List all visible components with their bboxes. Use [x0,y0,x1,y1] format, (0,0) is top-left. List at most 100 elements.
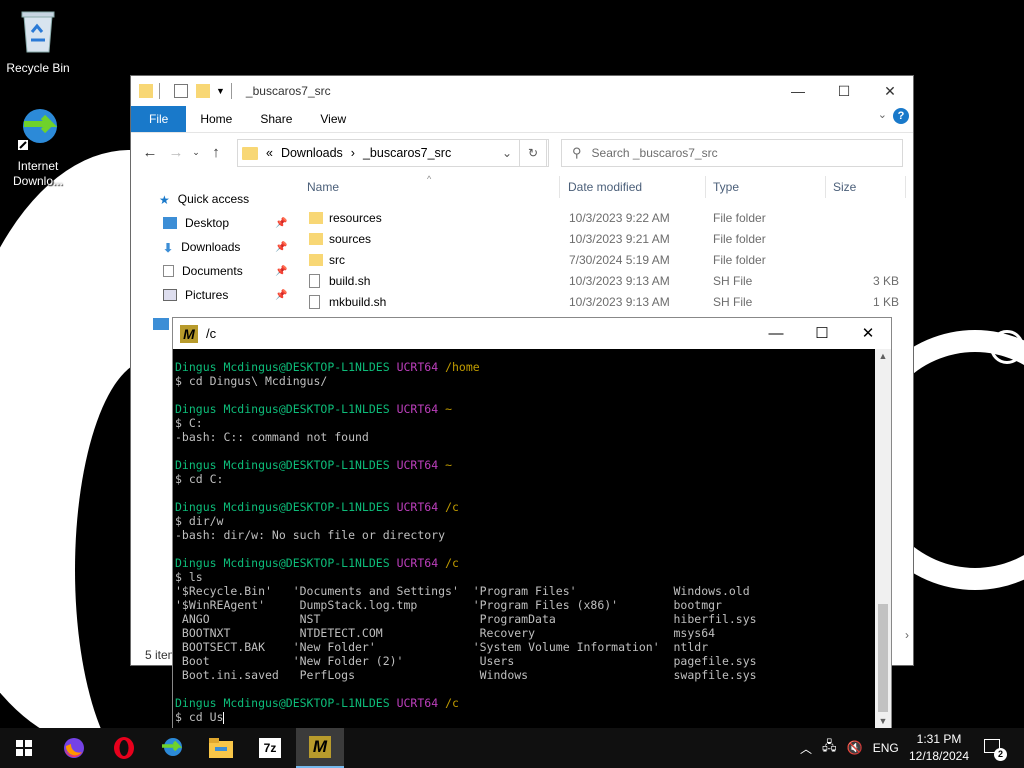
file-type: SH File [713,295,753,309]
column-size[interactable]: Size [833,176,856,198]
pin-icon[interactable]: 📌 [275,242,287,253]
file-row[interactable]: build.sh 10/3/2023 9:13 AM SH File 3 KB [309,271,899,292]
file-name: mkbuild.sh [329,295,387,309]
scroll-right-arrow-icon[interactable]: › [905,628,909,642]
breadcrumb-downloads[interactable]: Downloads [281,146,343,160]
maximize-button[interactable]: ☐ [799,318,845,348]
file-explorer-icon [209,738,233,758]
taskbar-msys2-mintty[interactable]: M [296,728,344,768]
taskbar-7zip[interactable]: 7z [246,728,294,768]
maximize-button[interactable]: ☐ [821,76,867,106]
terminal-window[interactable]: M /c — ☐ ✕ Dingus Mcdingus@DESKTOP-L1NLD… [172,317,892,729]
nav-item-desktop[interactable]: Desktop 📌 [163,212,293,234]
column-name[interactable]: Name [307,176,339,198]
column-divider[interactable] [905,176,906,198]
pin-icon[interactable]: 📌 [275,266,287,277]
file-type: File folder [713,232,766,246]
address-bar[interactable]: « Downloads › _buscaros7_src ⌄ [237,139,549,167]
tab-file[interactable]: File [131,106,187,132]
taskbar-opera[interactable] [100,728,148,768]
recycle-bin-icon [0,8,76,57]
properties-icon[interactable] [174,84,188,98]
clock-date: 12/18/2024 [908,749,970,763]
prompt-line: Dingus Mcdingus@DESKTOP-L1NLDES UCRT64 /… [175,500,875,514]
pin-icon[interactable]: 📌 [275,290,287,301]
breadcrumb-current[interactable]: _buscaros7_src [363,146,451,160]
command-text: $ cd C: [175,472,224,486]
breadcrumb-overflow[interactable]: « [266,146,273,160]
prompt-env: UCRT64 [396,360,439,374]
terminal-scrollbar[interactable]: ▲ ▼ [875,349,891,728]
search-input[interactable]: ⚲ Search _buscaros7_src [561,139,903,167]
close-button[interactable]: ✕ [867,76,913,106]
terminal-title-bar[interactable]: M /c — ☐ ✕ [173,318,891,349]
refresh-icon: ↻ [527,146,539,160]
new-folder-icon[interactable] [196,84,210,98]
refresh-button[interactable]: ↻ [519,139,547,167]
nav-item-pictures[interactable]: Pictures 📌 [163,284,293,306]
internet-download-manager-icon [162,738,183,756]
back-arrow-icon[interactable]: ← [137,144,163,161]
show-hidden-icons-chevron-icon[interactable]: ︿ [800,740,812,757]
terminal-output[interactable]: Dingus Mcdingus@DESKTOP-L1NLDES UCRT64 /… [175,360,875,728]
this-pc-icon[interactable] [153,318,169,330]
prompt-user: Dingus Mcdingus@DESKTOP-L1NLDES [175,360,390,374]
column-divider[interactable] [559,176,560,198]
tab-view[interactable]: View [306,106,360,132]
nav-label: Documents [182,264,243,278]
file-icon [309,295,320,309]
nav-item-downloads[interactable]: ⬇ Downloads 📌 [163,236,293,258]
file-row[interactable]: sources 10/3/2023 9:21 AM File folder [309,229,899,250]
quick-access-dropdown-icon[interactable]: ▼ [216,86,225,96]
language-indicator[interactable]: ENG [873,741,899,755]
prompt-path: /home [445,360,480,374]
close-button[interactable]: ✕ [845,318,891,348]
address-dropdown-icon[interactable]: ⌄ [502,146,512,160]
network-icon[interactable]: 🖧 [822,737,837,759]
scrollbar-thumb[interactable] [878,604,888,712]
help-icon[interactable]: ? [893,108,909,124]
tab-home[interactable]: Home [186,106,246,132]
file-row[interactable]: mkbuild.sh 10/3/2023 9:13 AM SH File 1 KB [309,292,899,313]
prompt-line: Dingus Mcdingus@DESKTOP-L1NLDES UCRT64 /… [175,360,875,374]
prompt-env: UCRT64 [396,696,439,710]
pin-icon[interactable]: 📌 [275,218,287,229]
taskbar-file-explorer[interactable] [197,728,245,768]
taskbar-firefox[interactable] [50,728,98,768]
folder-icon [309,212,323,224]
text-cursor [223,711,225,724]
desktop-icon-internet-download-manager[interactable]: Internet Downlo... [0,106,76,189]
tab-share[interactable]: Share [246,106,306,132]
desktop-icon-recycle-bin[interactable]: Recycle Bin [0,8,76,75]
column-divider[interactable] [705,176,706,198]
prompt-line: Dingus Mcdingus@DESKTOP-L1NLDES UCRT64 ~ [175,458,875,472]
prompt-user: Dingus Mcdingus@DESKTOP-L1NLDES [175,458,390,472]
folder-icon [309,254,323,266]
recent-locations-chevron-icon[interactable]: ⌄ [189,147,203,158]
file-type: File folder [713,253,766,267]
scroll-down-arrow-icon[interactable]: ▼ [875,716,891,726]
folder-icon [139,84,153,98]
column-divider[interactable] [825,176,826,198]
column-type[interactable]: Type [713,176,739,198]
desktop-icon [163,217,177,229]
clock[interactable]: 1:31 PM 12/18/2024 [906,731,972,765]
scroll-up-arrow-icon[interactable]: ▲ [875,351,891,361]
up-arrow-icon[interactable]: ↑ [203,144,229,161]
file-row[interactable]: resources 10/3/2023 9:22 AM File folder [309,208,899,229]
nav-item-documents[interactable]: Documents 📌 [163,260,293,282]
forward-arrow-icon[interactable]: → [163,144,189,161]
explorer-title-bar[interactable]: ▼ _buscaros7_src — ☐ ✕ [131,76,913,106]
nav-item-quick-access[interactable]: ★ Quick access [159,188,249,210]
taskbar-internet-download-manager[interactable] [148,728,196,768]
volume-muted-icon[interactable]: 🔇 [847,740,863,756]
prompt-env: UCRT64 [396,458,439,472]
expand-ribbon-icon[interactable]: ⌄ [878,108,887,121]
minimize-button[interactable]: — [775,76,821,106]
minimize-button[interactable]: — [753,318,799,348]
start-button[interactable] [0,728,48,768]
command-text: $ C: [175,416,203,430]
column-date-modified[interactable]: Date modified [568,176,642,198]
file-row[interactable]: src 7/30/2024 5:19 AM File folder [309,250,899,271]
